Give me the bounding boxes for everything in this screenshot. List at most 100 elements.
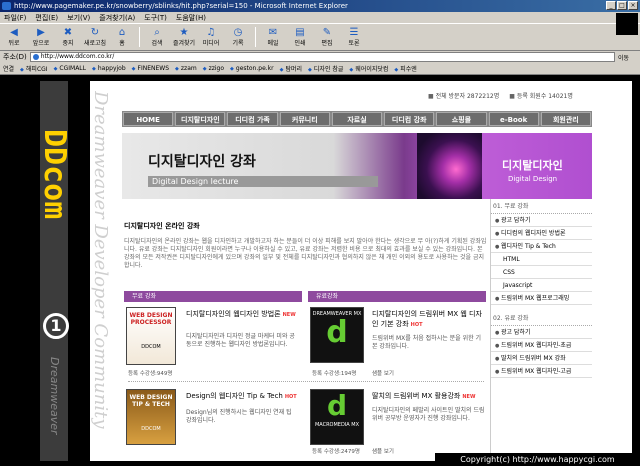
toolbar-button[interactable]: ▶ 앞으로 — [29, 27, 53, 47]
right-menu-item[interactable]: 디디컴의 웹디자인 방법론 — [491, 227, 592, 240]
links-bar: 연결 해피CGI CGIMALL happyjob FINENEWS zzam zzigo… — [0, 63, 640, 75]
toolbar-button[interactable]: ★ 즐겨찾기 — [172, 27, 196, 47]
toolbar-button[interactable]: ▤ 인쇄 — [288, 27, 312, 47]
toolbar-label: 메일 — [267, 40, 279, 47]
lecture-title[interactable]: 디지탈디자인의 드림위버 MX 웹 디자인 기본 강좌 HOT — [372, 309, 486, 329]
site-logo[interactable]: DDcom — [40, 129, 72, 279]
toolbar-button[interactable]: ⌕ 검색 — [145, 27, 169, 47]
lecture-title[interactable]: 딸치의 드림위버 MX 활용강좌 NEW — [372, 391, 486, 401]
maximize-button[interactable]: □ — [617, 1, 627, 10]
script-watermark: Dreamweaver Developer Community — [90, 91, 111, 429]
banner-photo — [417, 133, 482, 199]
right-menu-item[interactable]: 광고 답하기 — [491, 214, 592, 227]
go-button[interactable]: 이동 — [618, 53, 640, 62]
banner-subtitle: Digital Design lecture — [148, 176, 378, 187]
minimize-button[interactable]: _ — [606, 1, 616, 10]
search-icon: ⌕ — [154, 27, 160, 38]
toolbar-button[interactable]: ⌂ 홈 — [110, 27, 134, 47]
link-item[interactable]: 피수엔 — [394, 64, 417, 73]
free-lecture-header: 무료 강좌 — [124, 291, 302, 302]
right-menu-item[interactable]: 광고 답하기 — [491, 326, 592, 339]
address-input[interactable]: http://www.ddcom.co.kr/ — [29, 52, 615, 62]
toolbar-separator — [255, 27, 256, 47]
close-button[interactable]: × — [628, 1, 638, 10]
toolbar-label: 기록 — [232, 40, 244, 47]
new-badge: NEW — [462, 394, 476, 400]
nav-item[interactable]: 디지탈디자인 — [175, 112, 226, 126]
main-nav: HOME 디지탈디자인 디디컴 가족 커뮤니티 자료실 디디컴 강좌 쇼핑몰 e-Book 회원… — [122, 111, 592, 127]
link-item[interactable]: zzigo — [203, 65, 224, 72]
nav-item[interactable]: 자료실 — [331, 112, 383, 126]
right-menu-item[interactable]: 웹디자인 Tip & Tech — [491, 240, 592, 253]
media-icon: ♫ — [206, 27, 216, 38]
nav-item[interactable]: 디디컴 강좌 — [384, 112, 435, 126]
nav-item[interactable]: 회원관리 — [540, 112, 591, 126]
toolbar-button[interactable]: ↻ 새로고침 — [83, 27, 107, 47]
window-title: http://www.pagemaker.pe.kr/snowberry/sbl… — [14, 2, 348, 10]
toolbar-button[interactable]: ☰ 토론 — [342, 27, 366, 47]
toolbar-button[interactable]: ✎ 편집 — [315, 27, 339, 47]
back-icon: ◀ — [10, 27, 18, 38]
lecture-title[interactable]: Design의 웹디자인 Tip & Tech HOT — [186, 391, 302, 401]
lecture-meta: 등록 수강생:949명 — [128, 371, 173, 377]
nav-item[interactable]: HOME — [123, 112, 174, 126]
menu-file[interactable]: 파일(F) — [4, 13, 26, 23]
menu-edit[interactable]: 편집(E) — [35, 13, 58, 23]
toolbar-label: 미디어 — [202, 40, 220, 47]
link-item[interactable]: CGIMALL — [54, 65, 86, 72]
link-item[interactable]: 탐머리 — [280, 64, 302, 73]
paid-lecture-header: 유료강좌 — [308, 291, 486, 302]
right-menu-item[interactable]: HTML — [491, 253, 592, 266]
sample-link[interactable]: 샘플 보기 — [372, 447, 394, 455]
nav-item[interactable]: 디디컴 가족 — [227, 112, 278, 126]
stop-icon: ✖ — [63, 27, 73, 38]
intro-heading: 디지탈디자인 온라인 강좌 — [124, 222, 200, 230]
banner-right-sub: Digital Design — [508, 175, 558, 183]
toolbar: ◀ 뒤로 ▶ 앞으로 ✖ 중지 ↻ 새로고침 ⌂ 홈 ⌕ 검색 ★ 즐겨찾기 ♫ 미디어 ◷ 기록 ✉ 메일 ▤ 인쇄 ✎ 편… — [0, 24, 640, 51]
menu-view[interactable]: 보기(V) — [67, 13, 90, 23]
right-menu-item[interactable]: 드림위버 MX 웹디자인-초급 — [491, 339, 592, 352]
toolbar-label: 인쇄 — [294, 40, 306, 47]
nav-item[interactable]: e-Book — [488, 112, 539, 126]
hot-badge: HOT — [410, 322, 423, 328]
menu-tools[interactable]: 도구(T) — [144, 13, 167, 23]
lecture-thumbnail[interactable]: d MACROMEDIA MX — [310, 389, 364, 445]
toolbar-button[interactable]: ◀ 뒤로 — [2, 27, 26, 47]
right-menu-item[interactable]: 드림위버 MX 웹디자인-고급 — [491, 365, 592, 378]
menu-help[interactable]: 도움말(H) — [176, 13, 206, 23]
history-icon: ◷ — [233, 27, 243, 38]
link-item[interactable]: 디자인 참글 — [308, 64, 344, 73]
lecture-title[interactable]: 디지탈디자인의 웹디자인 방법론 NEW — [186, 309, 298, 319]
nav-item[interactable]: 쇼핑몰 — [436, 112, 487, 126]
lecture-thumbnail[interactable]: WEB DESIGN TIP & TECH DDCOM — [126, 389, 176, 445]
link-item[interactable]: geston.pe.kr — [230, 65, 274, 72]
refresh-icon: ↻ — [90, 27, 100, 38]
toolbar-button[interactable]: ◷ 기록 — [226, 27, 250, 47]
sample-link[interactable]: 샘플 보기 — [372, 369, 394, 377]
lecture-thumbnail[interactable]: DREAMWEAVER MX d — [310, 307, 364, 363]
toolbar-button[interactable]: ✉ 메일 — [261, 27, 285, 47]
toolbar-button[interactable]: ♫ 미디어 — [199, 27, 223, 47]
right-menu-item[interactable]: 드림위버 MX 웹프로그래밍 — [491, 292, 592, 305]
link-item[interactable]: FINENEWS — [132, 65, 170, 72]
menu-favorites[interactable]: 즐겨찾기(A) — [99, 13, 135, 23]
link-item[interactable]: 해피CGI — [20, 64, 48, 73]
lecture-thumbnail[interactable]: WEB DESIGN PROCESSOR DDCOM — [126, 307, 176, 365]
nav-item[interactable]: 커뮤니티 — [279, 112, 330, 126]
new-badge: NEW — [282, 312, 296, 318]
banner: 디지탈디자인 강좌 Digital Design lecture 디지탈디자인 … — [122, 133, 592, 199]
right-menu-item[interactable]: CSS — [491, 266, 592, 279]
lecture-desc: 디지탈디자인과 디자인 정글 마케터 미와 공동으로 진행하는 웹디자인 방법론… — [186, 333, 295, 348]
right-menu-item[interactable]: Javascript — [491, 279, 592, 292]
print-icon: ▤ — [295, 27, 305, 38]
link-item[interactable]: happyjob — [92, 65, 126, 72]
toolbar-button[interactable]: ✖ 중지 — [56, 27, 80, 47]
link-item[interactable]: 웨어이지닷컴 — [349, 64, 388, 73]
lecture-desc: 드림위버 MX를 처음 접하시는 분을 위한 기본 강좌입니다. — [372, 335, 482, 350]
edit-icon: ✎ — [322, 27, 332, 38]
lecture-meta: 등록 수강생:194명 — [312, 371, 357, 377]
link-item[interactable]: zzam — [175, 65, 197, 72]
web-page: DDcom 1 Dreamweaver Dreamweaver Develope… — [40, 81, 632, 461]
lecture-meta: 등록 수강생:2479명 — [312, 449, 360, 455]
right-menu-item[interactable]: 딸치의 드림위버 MX 강좌 — [491, 352, 592, 365]
